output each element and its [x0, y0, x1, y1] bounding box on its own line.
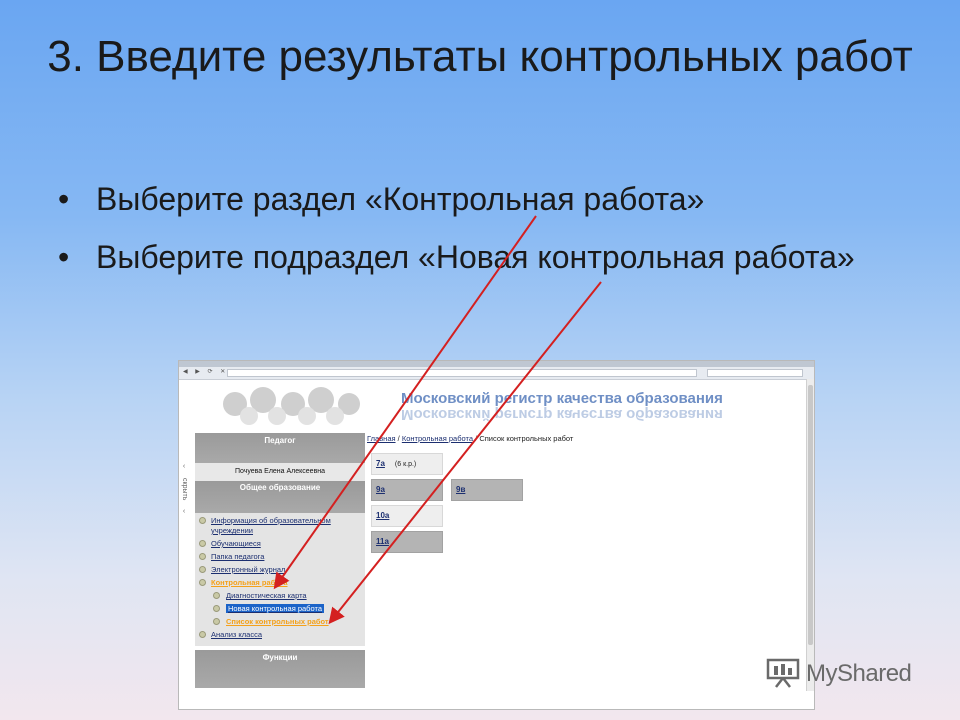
bullet-icon: [199, 631, 206, 638]
class-tile-11a[interactable]: 11а: [371, 531, 443, 553]
bullet-list: • Выберите раздел «Контрольная работа» •…: [56, 176, 916, 292]
class-name[interactable]: 9в: [456, 485, 465, 494]
sidebar-subitem-diagnostic-card[interactable]: Диагностическая карта: [195, 591, 365, 601]
bullet-icon: [213, 618, 220, 625]
sidebar-item-journal[interactable]: Электронный журнал: [195, 565, 365, 575]
hide-sidebar-toggle[interactable]: ‹ скрыть ‹: [179, 461, 189, 517]
section-header: Общее образование: [195, 481, 365, 513]
presentation-board-icon: [766, 658, 800, 688]
sidebar-item-control-work[interactable]: Контрольная работа: [195, 578, 365, 588]
app-screenshot: ◀ ▶ ⟳ ✕ Московский регистр качества обра…: [178, 360, 815, 710]
class-name[interactable]: 9а: [376, 485, 385, 494]
class-tile-7a[interactable]: 7а (6 к.р.): [371, 453, 443, 475]
bullet-icon: [213, 592, 220, 599]
sidebar-item-students[interactable]: Обучающиеся: [195, 539, 365, 549]
sidebar-subitem-control-work-list[interactable]: Список контрольных работ: [195, 617, 365, 627]
sidebar-item-teacher-folder[interactable]: Папка педагога: [195, 552, 365, 562]
breadcrumb-separator: /: [475, 434, 478, 443]
teacher-header: Педагог: [195, 433, 365, 463]
class-tile-9v[interactable]: 9в: [451, 479, 523, 501]
sidebar-item-school-info[interactable]: Информация об образовательном учреждении: [195, 516, 365, 536]
sidebar-menu: Информация об образовательном учреждении…: [195, 513, 365, 646]
bullet-item: • Выберите раздел «Контрольная работа»: [56, 176, 916, 222]
class-tile-9a[interactable]: 9а: [371, 479, 443, 501]
functions-header: Функции: [195, 650, 365, 688]
chevron-left-icon: ‹: [182, 463, 186, 470]
bullet-icon: [199, 540, 206, 547]
breadcrumb-current: Список контрольных работ: [479, 434, 574, 443]
browser-toolbar: ◀ ▶ ⟳ ✕: [179, 367, 814, 380]
breadcrumb-home[interactable]: Главная: [367, 434, 396, 443]
address-bar[interactable]: [227, 369, 697, 377]
bullet-icon: [199, 517, 206, 524]
vertical-scrollbar[interactable]: [806, 379, 814, 691]
class-tile-10a[interactable]: 10а: [371, 505, 443, 527]
slide-title: 3. Введите результаты контрольных работ: [47, 32, 913, 81]
bullet-icon: [199, 553, 206, 560]
chevron-left-icon: ‹: [182, 508, 186, 516]
breadcrumb-separator: /: [397, 434, 400, 443]
decorative-logo-icon: [223, 387, 360, 425]
class-work-count: (6 к.р.): [394, 461, 417, 468]
site-title: Московский регистр качества образования: [401, 390, 723, 407]
bullet-icon: [199, 566, 206, 573]
bullet-text: Выберите подраздел «Новая контрольная ра…: [96, 239, 855, 275]
scrollbar-thumb[interactable]: [808, 385, 813, 645]
site-banner: Московский регистр качества образования …: [179, 380, 814, 434]
bullet-text: Выберите раздел «Контрольная работа»: [96, 181, 705, 217]
teacher-name: Почуева Елена Алексеевна: [195, 463, 365, 481]
bullet-icon: [213, 605, 220, 612]
class-name[interactable]: 7а: [376, 459, 385, 468]
bullet-dot: •: [58, 239, 70, 275]
sidebar-subitem-new-control-work[interactable]: Новая контрольная работа: [195, 604, 365, 614]
breadcrumb-section[interactable]: Контрольная работа: [402, 434, 473, 443]
browser-search-box[interactable]: [707, 369, 803, 377]
sidebar-item-class-analysis[interactable]: Анализ класса: [195, 630, 365, 640]
watermark-text: MyShared: [806, 660, 912, 687]
sidebar: Педагог Почуева Елена Алексеевна Общее о…: [195, 433, 365, 688]
nav-buttons-icon[interactable]: ◀ ▶ ⟳ ✕: [183, 368, 228, 375]
site-title-reflection: Московский регистр качества образования: [401, 406, 723, 423]
bullet-item: • Выберите подраздел «Новая контрольная …: [56, 234, 916, 280]
class-name[interactable]: 11а: [376, 537, 389, 546]
bullet-icon: [199, 579, 206, 586]
breadcrumb: Главная / Контрольная работа / Список ко…: [367, 434, 573, 443]
class-name[interactable]: 10а: [376, 511, 389, 520]
bullet-dot: •: [58, 181, 70, 217]
hide-label: скрыть: [181, 478, 188, 501]
